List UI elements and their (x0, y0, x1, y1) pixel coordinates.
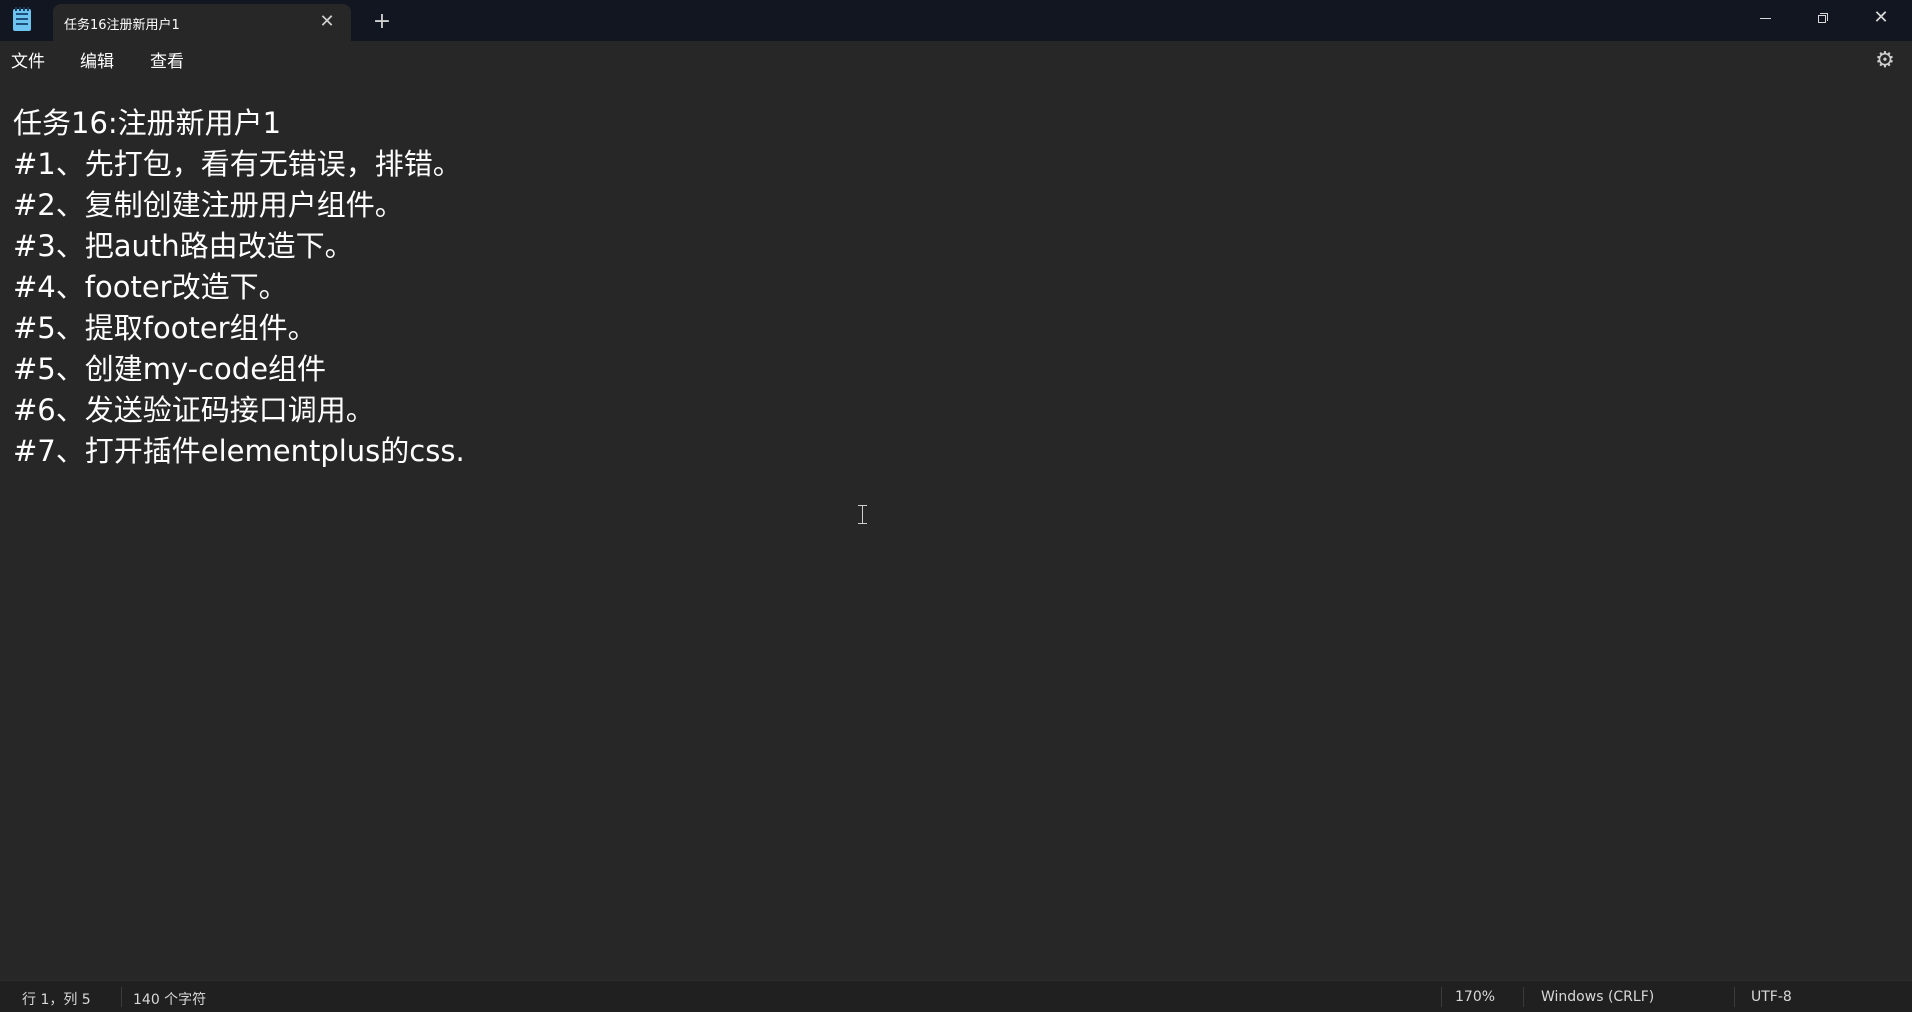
notepad-icon (13, 7, 31, 31)
status-divider (1523, 987, 1524, 1007)
tab-title: 任务16注册新用户1 (64, 18, 180, 33)
character-count: 140 个字符 (133, 992, 207, 1008)
restore-icon (1818, 13, 1828, 23)
encoding[interactable]: UTF-8 (1751, 989, 1792, 1005)
editor-line: #2、复制创建注册用户组件。 (13, 188, 404, 222)
menu-view[interactable]: 查看 (150, 49, 184, 75)
minimize-button[interactable] (1736, 0, 1794, 36)
menu-edit[interactable]: 编辑 (80, 49, 114, 75)
editor-line: #3、把auth路由改造下。 (13, 229, 354, 263)
status-divider (1441, 987, 1442, 1007)
new-tab-button[interactable]: + (366, 8, 398, 36)
menu-bar: 文件 编辑 查看 (0, 41, 1912, 82)
status-divider (121, 987, 122, 1007)
status-divider (1734, 987, 1735, 1007)
minimize-icon (1759, 17, 1771, 19)
line-ending[interactable]: Windows (CRLF) (1541, 989, 1654, 1005)
editor-line: #6、发送验证码接口调用。 (13, 393, 375, 427)
editor-line: #4、footer改造下。 (13, 270, 288, 304)
zoom-level[interactable]: 170% (1455, 989, 1495, 1005)
editor-line: #7、打开插件elementplus的css. (13, 434, 465, 468)
status-bar: 行 1，列 5 140 个字符 170% Windows (CRLF) UTF-… (0, 980, 1912, 1012)
text-editor[interactable]: 任务16:注册新用户1 #1、先打包，看有无错误，排错。 #2、复制创建注册用户… (0, 82, 1912, 980)
editor-line: 任务16:注册新用户1 (13, 106, 282, 140)
tab-close-button[interactable]: ✕ (313, 9, 341, 35)
close-window-button[interactable]: ✕ (1852, 0, 1910, 36)
editor-line: #5、创建my-code组件 (13, 352, 327, 386)
settings-gear-icon[interactable]: ⚙ (1873, 49, 1897, 73)
title-bar: 任务16注册新用户1 ✕ + ✕ (0, 0, 1912, 41)
editor-line: #1、先打包，看有无错误，排错。 (13, 147, 462, 181)
restore-button[interactable] (1794, 0, 1852, 36)
menu-file[interactable]: 文件 (11, 49, 45, 75)
ibeam-cursor-icon (858, 505, 867, 524)
close-icon: ✕ (1873, 7, 1889, 28)
tab-active-document[interactable]: 任务16注册新用户1 ✕ (53, 4, 351, 41)
editor-line: #5、提取footer组件。 (13, 311, 317, 345)
cursor-position: 行 1，列 5 (22, 992, 91, 1008)
